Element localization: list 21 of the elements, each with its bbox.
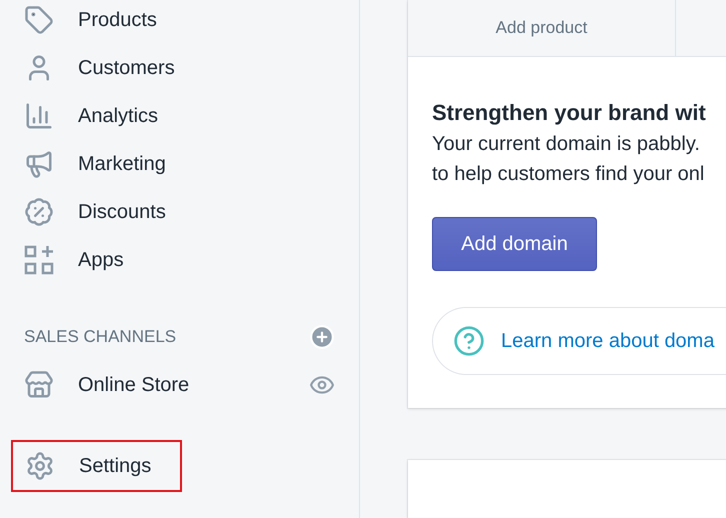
nav-item[interactable]: Customers (12, 44, 347, 92)
nav-item[interactable]: Settings (11, 440, 182, 492)
add-icon[interactable] (309, 324, 335, 350)
megaphone-icon (24, 149, 54, 179)
bar-chart-icon (24, 101, 54, 131)
nav-item[interactable]: Marketing (12, 140, 347, 188)
help-icon (453, 325, 485, 357)
apps-icon (24, 245, 54, 275)
nav-item[interactable]: Products (12, 0, 347, 44)
nav-item[interactable]: Analytics (12, 92, 347, 140)
nav-item[interactable]: Apps (12, 236, 347, 284)
store-icon (24, 370, 54, 400)
tag-icon (24, 5, 54, 35)
nav-item[interactable]: Online Store (12, 361, 347, 409)
settings-icon (25, 451, 55, 481)
add-domain-button[interactable]: Add domain (432, 217, 597, 271)
section-heading: SALES CHANNELS (24, 326, 176, 348)
card-description: Your current domain is pabbly. to help customers find your onl (432, 132, 706, 187)
card-title: Strengthen your brand wit (432, 99, 707, 127)
nav-item[interactable]: Discounts (12, 188, 347, 236)
percent-badge-icon (24, 197, 54, 227)
